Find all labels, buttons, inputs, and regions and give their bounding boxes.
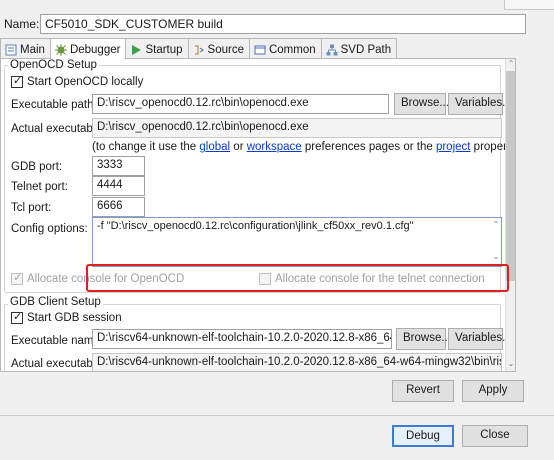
tab-main[interactable]: Main xyxy=(0,38,51,58)
tab-main-label: Main xyxy=(20,43,45,56)
openocd-setup-title: OpenOCD Setup xyxy=(8,59,99,71)
textarea-scroll-up-icon[interactable]: ⌃ xyxy=(490,220,502,229)
start-gdb-session-checkbox[interactable]: Start GDB session xyxy=(11,310,122,325)
gdb-executable-name-label: Executable name: xyxy=(11,335,104,347)
preferences-hint: (to change it use the global or workspac… xyxy=(92,141,515,153)
scroll-down-icon[interactable]: ⌄ xyxy=(505,359,515,368)
tab-svd-path[interactable]: SVD Path xyxy=(320,38,398,58)
executable-path-input[interactable]: D:\riscv_openocd0.12.rc\bin\openocd.exe xyxy=(92,94,389,114)
main-tab-icon xyxy=(5,44,17,56)
start-gdb-label: Start GDB session xyxy=(27,312,122,325)
panel-scrollbar-thumb[interactable] xyxy=(506,71,515,281)
startup-tab-icon xyxy=(130,44,142,56)
actual-executable-value: D:\riscv_openocd0.12.rc\bin\openocd.exe xyxy=(92,118,502,138)
tcl-port-label: Tcl port: xyxy=(11,202,52,214)
debug-button[interactable]: Debug xyxy=(392,425,454,447)
close-button[interactable]: Close xyxy=(462,425,528,447)
hint-or: or xyxy=(230,141,247,153)
source-tab-icon xyxy=(193,44,205,56)
common-tab-icon xyxy=(254,44,266,56)
actual-executable-label: Actual executable: xyxy=(11,123,105,135)
hint-mid: preferences pages or the xyxy=(301,141,436,153)
workspace-preferences-link[interactable]: workspace xyxy=(247,141,302,153)
allocate-console-checkbox-box[interactable] xyxy=(11,271,23,285)
scroll-up-icon[interactable]: ⌃ xyxy=(505,59,515,68)
config-options-textarea[interactable]: -f "D:\riscv_openocd0.12.rc\configuratio… xyxy=(92,217,502,267)
tab-startup[interactable]: Startup xyxy=(125,38,189,58)
start-openocd-locally-checkbox[interactable]: Start OpenOCD locally xyxy=(11,74,144,89)
start-openocd-label: Start OpenOCD locally xyxy=(27,76,144,89)
tab-common-label: Common xyxy=(268,43,316,56)
tab-debugger[interactable]: Debugger xyxy=(49,38,127,59)
window-top-strip xyxy=(0,0,554,14)
svd-tab-icon xyxy=(326,44,338,56)
debugger-tab-panel: OpenOCD Setup Start OpenOCD locally Exec… xyxy=(0,58,516,372)
gdb-actual-executable-label: Actual executable: xyxy=(11,358,105,370)
executable-path-label: Executable path: xyxy=(11,99,97,111)
gdb-port-input[interactable]: 3333 xyxy=(92,156,145,176)
gdb-executable-name-input[interactable]: D:\riscv64-unknown-elf-toolchain-10.2.0-… xyxy=(92,329,392,349)
tcl-port-input[interactable]: 6666 xyxy=(92,197,145,217)
project-properties-link[interactable]: project xyxy=(436,141,471,153)
config-options-text: -f "D:\riscv_openocd0.12.rc\configuratio… xyxy=(97,220,414,232)
config-options-label: Config options: xyxy=(11,223,88,235)
revert-button[interactable]: Revert xyxy=(392,380,454,402)
gdb-client-setup-title: GDB Client Setup xyxy=(8,296,103,308)
openocd-variables-button[interactable]: Variables... xyxy=(448,93,512,115)
gdb-actual-executable-value: D:\riscv64-unknown-elf-toolchain-10.2.0-… xyxy=(92,353,502,371)
telnet-port-input[interactable]: 4444 xyxy=(92,176,145,196)
tab-bar: Main Debugger Startup Source Common SVD … xyxy=(0,38,398,59)
tab-svd-path-label: SVD Path xyxy=(340,43,392,56)
gdb-variables-button[interactable]: Variables... xyxy=(448,328,512,350)
apply-button[interactable]: Apply xyxy=(462,380,524,402)
tab-source[interactable]: Source xyxy=(187,38,250,58)
global-preferences-link[interactable]: global xyxy=(199,141,230,153)
tab-debugger-label: Debugger xyxy=(69,44,121,56)
debugger-tab-icon xyxy=(54,44,67,56)
highlight-annotation-box xyxy=(86,264,509,292)
start-openocd-checkbox-box[interactable] xyxy=(11,74,23,88)
openocd-browse-button[interactable]: Browse... xyxy=(394,93,449,115)
telnet-port-label: Telnet port: xyxy=(11,181,68,193)
tab-source-label: Source xyxy=(207,43,244,56)
gdb-port-label: GDB port: xyxy=(11,161,63,173)
tab-startup-label: Startup xyxy=(145,43,183,56)
textarea-scroll-down-icon[interactable]: ⌄ xyxy=(490,252,502,261)
start-gdb-checkbox-box[interactable] xyxy=(11,310,23,324)
tab-common[interactable]: Common xyxy=(248,38,322,58)
configuration-name-input[interactable]: CF5010_SDK_CUSTOMER build xyxy=(40,14,526,34)
gdb-browse-button[interactable]: Browse... xyxy=(396,328,451,350)
name-label: Name: xyxy=(4,17,40,31)
hint-prefix: (to change it use the xyxy=(92,141,200,153)
bottom-separator xyxy=(0,415,554,416)
window-corner-control[interactable] xyxy=(504,0,554,10)
